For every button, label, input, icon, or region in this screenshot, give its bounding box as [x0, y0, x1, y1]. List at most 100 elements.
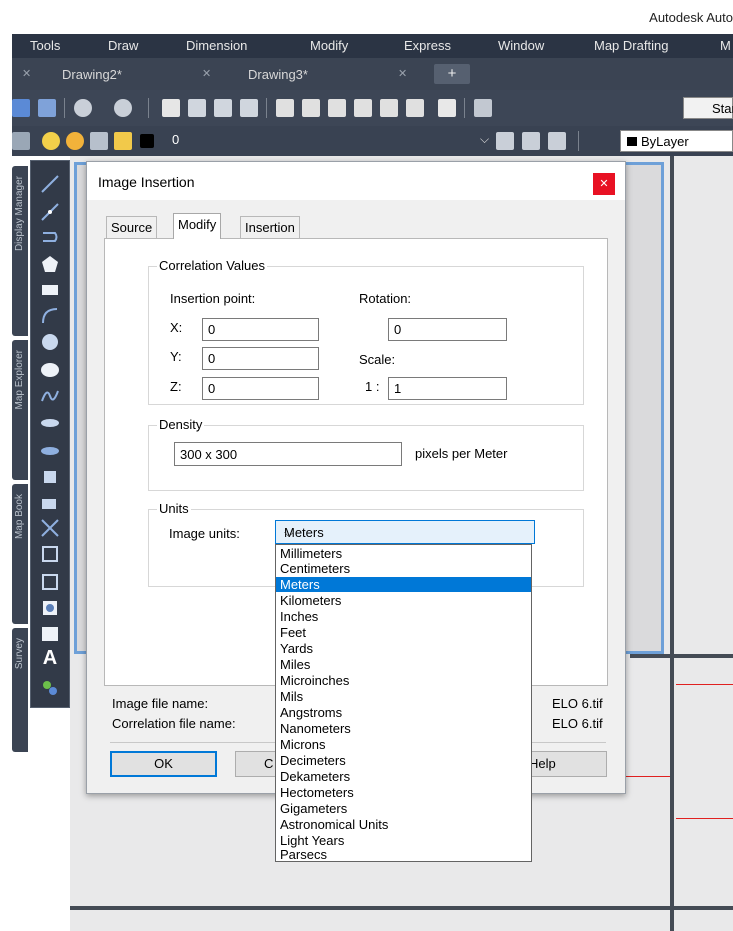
- help-icon[interactable]: [438, 99, 456, 117]
- doc-tab-drawing2[interactable]: Drawing2*: [62, 67, 122, 89]
- redo-icon[interactable]: [114, 99, 132, 117]
- design-center-icon[interactable]: [302, 99, 320, 117]
- layer-properties-icon[interactable]: [12, 132, 30, 150]
- unit-option[interactable]: Centimeters: [276, 561, 531, 576]
- region-icon[interactable]: [39, 597, 61, 619]
- point-icon[interactable]: [39, 517, 61, 539]
- menu-dimension[interactable]: Dimension: [186, 38, 247, 53]
- zoom-previous-icon[interactable]: [240, 99, 258, 117]
- scale-input[interactable]: [388, 377, 507, 400]
- x-input[interactable]: [202, 318, 319, 341]
- close-icon[interactable]: ✕: [398, 67, 407, 80]
- unit-option[interactable]: Kilometers: [276, 593, 531, 608]
- unit-option[interactable]: Inches: [276, 609, 531, 624]
- unit-option[interactable]: Miles: [276, 657, 531, 672]
- side-tab-display-manager[interactable]: Display Manager: [12, 166, 28, 336]
- color-control-combo[interactable]: ByLayer: [620, 130, 733, 152]
- polyline-icon[interactable]: [39, 227, 61, 249]
- unit-option[interactable]: Dekameters: [276, 769, 531, 784]
- unit-option-selected[interactable]: Meters: [276, 577, 531, 592]
- pan-icon[interactable]: [162, 99, 180, 117]
- unit-option[interactable]: Decimeters: [276, 753, 531, 768]
- layer-states-icon[interactable]: [548, 132, 566, 150]
- ok-button[interactable]: OK: [110, 751, 217, 777]
- unit-option[interactable]: Parsecs: [276, 847, 531, 862]
- menu-draw[interactable]: Draw: [108, 38, 138, 53]
- tab-modify[interactable]: Modify: [173, 213, 222, 239]
- side-tab-map-explorer[interactable]: Map Explorer: [12, 340, 28, 480]
- unit-option[interactable]: Angstroms: [276, 705, 531, 720]
- close-icon[interactable]: ✕: [22, 67, 31, 80]
- new-tab-plus-icon[interactable]: +: [434, 64, 470, 84]
- add-selected-icon[interactable]: [39, 677, 61, 699]
- ellipse-arc-icon[interactable]: [39, 439, 61, 461]
- polygon-icon[interactable]: [39, 253, 61, 275]
- spline-icon[interactable]: [39, 385, 61, 407]
- make-block-icon[interactable]: [39, 491, 61, 513]
- text-style-combo[interactable]: Stan: [683, 97, 733, 119]
- viewport-freeze-icon[interactable]: [90, 132, 108, 150]
- unit-option[interactable]: Microns: [276, 737, 531, 752]
- unit-option[interactable]: Feet: [276, 625, 531, 640]
- multiline-text-icon[interactable]: A: [39, 647, 61, 669]
- layer-previous-icon[interactable]: [522, 132, 540, 150]
- menu-modify[interactable]: Modify: [310, 38, 348, 53]
- arc-icon[interactable]: [39, 305, 61, 327]
- lock-icon[interactable]: [114, 132, 132, 150]
- unit-option[interactable]: Millimeters: [276, 546, 531, 561]
- insert-block-icon[interactable]: [39, 465, 61, 487]
- hatch-icon[interactable]: [39, 543, 61, 565]
- construction-line-icon[interactable]: [39, 201, 61, 223]
- tab-source[interactable]: Source: [106, 216, 158, 238]
- tool-palettes-icon[interactable]: [328, 99, 346, 117]
- table-icon[interactable]: [39, 623, 61, 645]
- rectangle-icon[interactable]: [39, 279, 61, 301]
- unit-option[interactable]: Mils: [276, 689, 531, 704]
- image-units-select[interactable]: Meters ⌵: [275, 520, 535, 544]
- y-input[interactable]: [202, 347, 319, 370]
- chevron-down-icon[interactable]: ⌵: [480, 132, 489, 147]
- layer-name[interactable]: 0: [172, 132, 179, 147]
- sun-freeze-icon[interactable]: [66, 132, 84, 150]
- menu-more[interactable]: M: [720, 38, 731, 53]
- close-icon[interactable]: ✕: [202, 67, 211, 80]
- make-current-icon[interactable]: [496, 132, 514, 150]
- unit-option[interactable]: Nanometers: [276, 721, 531, 736]
- circle-icon[interactable]: [39, 331, 61, 353]
- unit-option[interactable]: Astronomical Units: [276, 817, 531, 832]
- chevron-down-icon[interactable]: ⌵: [284, 525, 528, 541]
- line-icon[interactable]: [39, 173, 61, 195]
- properties-icon[interactable]: [276, 99, 294, 117]
- menu-map-drafting[interactable]: Map Drafting: [594, 38, 668, 53]
- side-tab-label: Survey: [14, 638, 25, 670]
- unit-option[interactable]: Yards: [276, 641, 531, 656]
- sheet-set-icon[interactable]: [354, 99, 372, 117]
- text-style-icon[interactable]: [474, 99, 492, 117]
- calculator-icon[interactable]: [406, 99, 424, 117]
- close-icon[interactable]: ✕: [593, 173, 615, 195]
- zoom-window-icon[interactable]: [214, 99, 232, 117]
- side-tab-map-book[interactable]: Map Book: [12, 484, 28, 624]
- undo-icon[interactable]: [74, 99, 92, 117]
- density-input[interactable]: [174, 442, 402, 466]
- markup-icon[interactable]: [380, 99, 398, 117]
- z-input[interactable]: [202, 377, 319, 400]
- plot-icon[interactable]: [38, 99, 56, 117]
- rotation-input[interactable]: [388, 318, 507, 341]
- unit-option[interactable]: Light Years: [276, 833, 531, 848]
- gradient-icon[interactable]: [39, 571, 61, 593]
- menu-window[interactable]: Window: [498, 38, 544, 53]
- side-tab-survey[interactable]: Survey: [12, 628, 28, 752]
- menu-express[interactable]: Express: [404, 38, 451, 53]
- unit-option[interactable]: Microinches: [276, 673, 531, 688]
- unit-option[interactable]: Gigameters: [276, 801, 531, 816]
- ellipse-icon[interactable]: [39, 411, 61, 433]
- zoom-realtime-icon[interactable]: [188, 99, 206, 117]
- save-icon[interactable]: [12, 99, 30, 117]
- unit-option[interactable]: Hectometers: [276, 785, 531, 800]
- tab-insertion[interactable]: Insertion: [240, 216, 300, 238]
- doc-tab-drawing3[interactable]: Drawing3*: [248, 67, 308, 89]
- menu-tools[interactable]: Tools: [30, 38, 60, 53]
- lightbulb-icon[interactable]: [42, 132, 60, 150]
- revision-cloud-icon[interactable]: [39, 359, 61, 381]
